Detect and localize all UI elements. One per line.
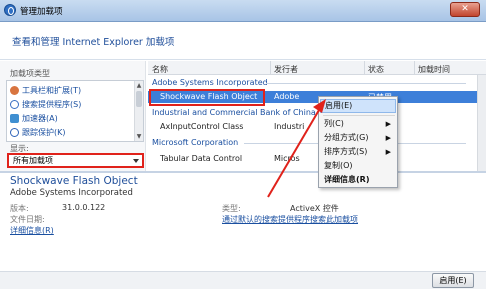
block-icon [10,127,19,137]
chevron-right-icon: ▶ [385,120,391,128]
page-heading: 查看和管理 Internet Explorer 加载项 [12,37,175,48]
highlight-box [149,89,265,106]
scroll-down-icon[interactable]: ▼ [135,132,143,141]
version-value: 31.0.0.122 [62,203,106,212]
close-button[interactable]: ✕ [450,2,480,17]
version-label: 版本: [10,204,29,213]
addons-table: 名称 发行者 状态 加载时间 Adobe Systems Incorporate… [148,61,486,171]
ie-icon [4,4,16,16]
row-name: AxInputControl Class [160,122,244,131]
row-name: Tabular Data Control [160,154,243,163]
accelerator-icon [10,113,19,123]
row-publisher: Micros [274,154,300,163]
details-name: Shockwave Flash Object [10,175,138,187]
sidebar-item-tracking-protection[interactable]: 跟踪保护(K) [10,126,66,138]
table-header: 名称 发行者 状态 加载时间 [148,61,486,75]
show-select-value: 所有加载项 [13,156,53,165]
column-header-load-time[interactable]: 加载时间 [418,64,450,75]
menu-item-sort-by[interactable]: 排序方式(S) ▶ [320,145,396,159]
group-header: Industrial and Commercial Bank of China [152,108,316,117]
table-scrollbar[interactable] [477,75,486,171]
more-info-link[interactable]: 详细信息(R) [10,225,54,236]
scroll-thumb[interactable] [136,91,142,107]
menu-item-more-info[interactable]: 详细信息(R) [320,173,396,187]
addon-types-panel: 加载项类型 工具栏和扩展(T) 搜索提供程序(S) 加速器(A) 跟踪保护(K)… [0,61,146,171]
menu-item-copy[interactable]: 复制(O) [320,159,396,173]
chevron-right-icon: ▶ [385,134,391,142]
addon-types-label: 加载项类型 [10,69,50,78]
sidebar-item-label: 跟踪保护(K) [22,127,66,137]
group-header: Adobe Systems Incorporated [152,78,268,87]
details-publisher: Adobe Systems Incorporated [10,188,133,198]
scroll-up-icon[interactable]: ▲ [135,81,143,90]
show-select[interactable]: 所有加载项 [7,153,144,168]
title-bar: 管理加载项 ✕ [0,0,486,22]
menu-item-enable[interactable]: 启用(E) [320,99,396,113]
column-header-publisher[interactable]: 发行者 [274,64,298,75]
sidebar-item-label: 加速器(A) [22,113,58,123]
menu-item-group-by[interactable]: 分组方式(G) ▶ [320,131,396,145]
type-label: 类型: [222,204,241,213]
header: 查看和管理 Internet Explorer 加载项 [0,22,486,60]
chevron-down-icon [133,159,139,163]
context-menu: 启用(E) 列(C) ▶ 分组方式(G) ▶ 排序方式(S) ▶ 复制(O) 详… [318,96,398,188]
sidebar-item-label: 搜索提供程序(S) [22,99,82,109]
window-title: 管理加载项 [20,7,63,17]
file-date-label: 文件日期: [10,215,45,224]
group-header: Microsoft Corporation [152,138,239,147]
bottom-bar: 启用(E) [0,271,486,289]
sidebar-item-toolbars[interactable]: 工具栏和扩展(T) [10,84,81,96]
sidebar-item-label: 工具栏和扩展(T) [22,85,82,95]
search-icon [10,99,19,109]
row-publisher: Industri [274,122,305,131]
search-addon-link[interactable]: 通过默认的搜索提供程序搜索此加载项 [222,214,358,225]
enable-button[interactable]: 启用(E) [432,273,474,288]
menu-item-columns[interactable]: 列(C) ▶ [320,117,396,131]
table-row[interactable]: Tabular Data Control Micros [148,153,486,165]
sidebar-item-accelerators[interactable]: 加速器(A) [10,112,58,124]
chevron-right-icon: ▶ [385,148,391,156]
column-header-name[interactable]: 名称 [152,64,168,75]
column-header-status[interactable]: 状态 [368,64,384,75]
type-value: ActiveX 控件 [290,204,339,213]
details-panel: Shockwave Flash Object Adobe Systems Inc… [0,173,486,271]
gear-icon [10,85,19,95]
row-publisher: Adobe [274,92,300,101]
list-scrollbar[interactable]: ▲ ▼ [134,81,143,141]
sidebar-item-search[interactable]: 搜索提供程序(S) [10,98,81,110]
addon-types-list: 工具栏和扩展(T) 搜索提供程序(S) 加速器(A) 跟踪保护(K) ▲ ▼ [6,80,144,142]
table-row[interactable]: AxInputControl Class Industri [148,121,486,133]
